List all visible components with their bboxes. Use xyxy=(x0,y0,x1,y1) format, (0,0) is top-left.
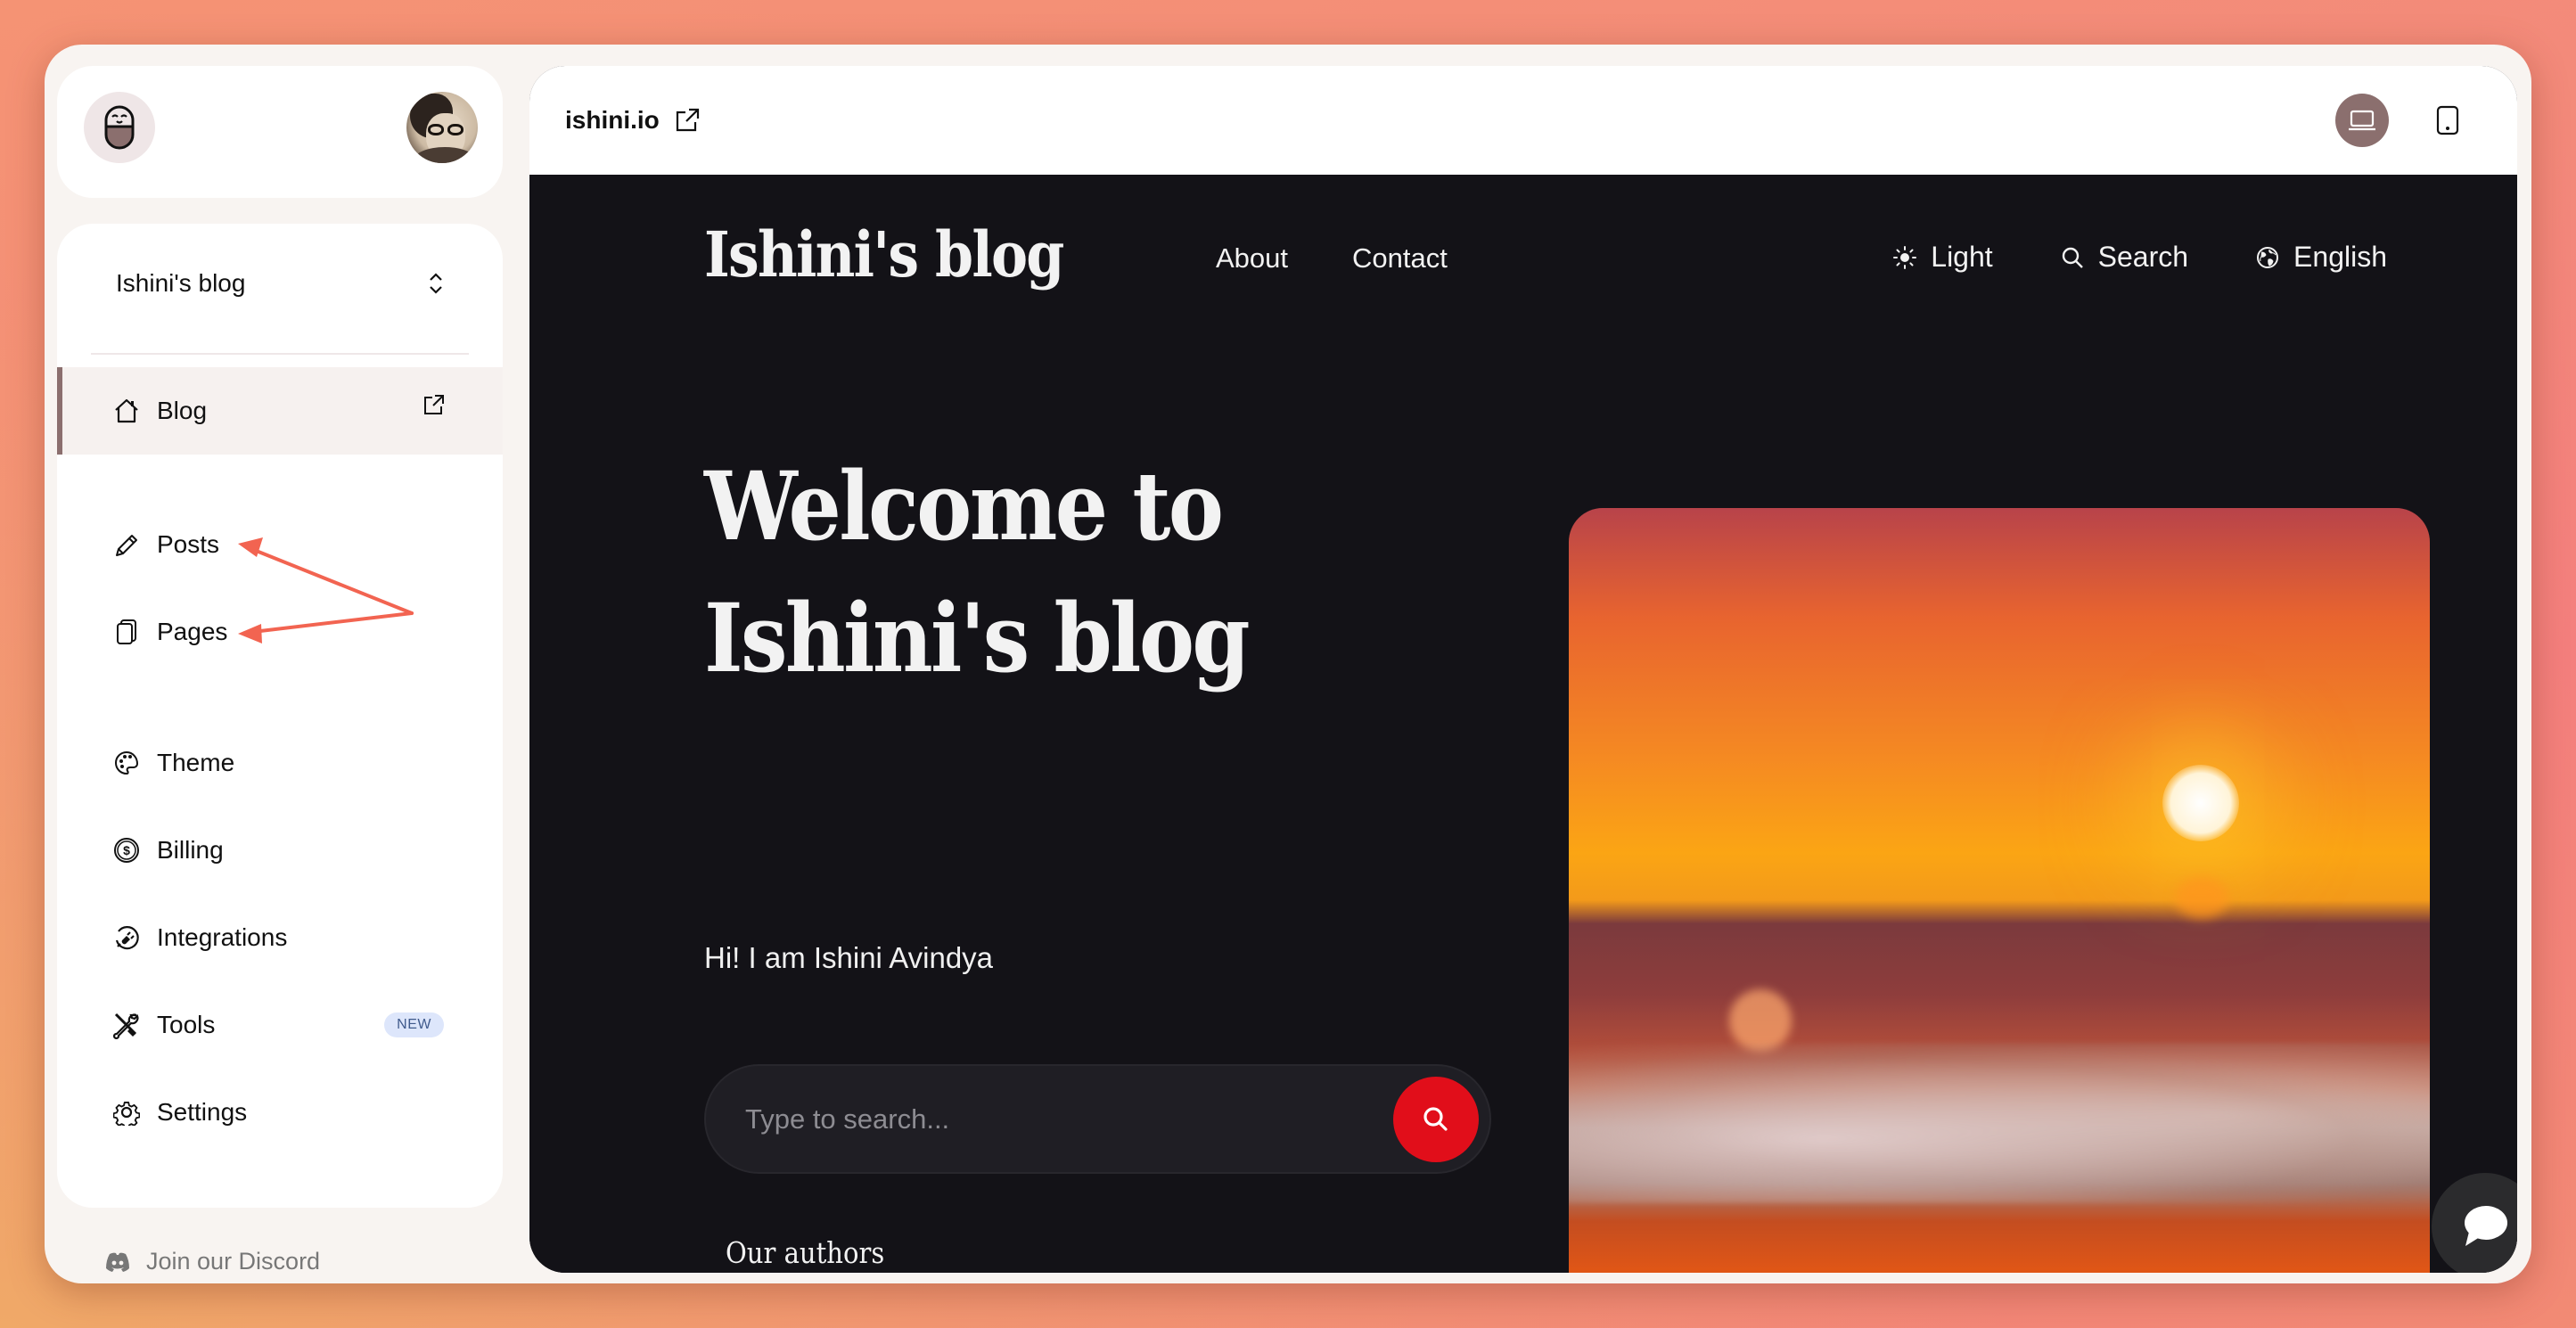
site-domain-link[interactable]: ishini.io xyxy=(565,106,701,135)
external-link-icon[interactable] xyxy=(422,393,446,416)
sidebar-item-label: Blog xyxy=(157,397,208,424)
sidebar-nav: Ishini's blog Blog Posts Pages Theme $ B… xyxy=(57,224,503,1208)
hero-title-line1: Welcome to xyxy=(704,450,1224,562)
discord-link-label: Join our Discord xyxy=(146,1248,321,1275)
capsule-smile-icon[interactable] xyxy=(84,92,155,163)
sidebar-item-label: Billing xyxy=(157,836,224,864)
section-heading-authors: Our authors xyxy=(726,1235,885,1270)
tools-icon xyxy=(112,1011,141,1039)
sidebar-header xyxy=(57,66,503,198)
discord-link[interactable]: Join our Discord xyxy=(105,1248,320,1275)
sun-icon xyxy=(1893,245,1917,269)
user-avatar[interactable] xyxy=(406,92,478,163)
hero-title: Welcome to Ishini's blog xyxy=(704,440,1251,704)
site-selector[interactable]: Ishini's blog xyxy=(57,224,503,343)
nav-contact[interactable]: Contact xyxy=(1352,242,1448,275)
gear-icon xyxy=(112,1098,141,1127)
home-icon xyxy=(112,397,141,425)
chat-bubble-icon xyxy=(2465,1206,2507,1246)
device-toggle xyxy=(2335,94,2474,147)
divider xyxy=(91,353,469,355)
search-icon xyxy=(1423,1106,1448,1131)
globe-icon xyxy=(2257,246,2279,268)
sidebar-item-label: Pages xyxy=(157,618,228,645)
sidebar-item-settings[interactable]: Settings xyxy=(57,1069,503,1156)
sidebar-item-integrations[interactable]: Integrations xyxy=(57,894,503,981)
nav-search-label: Search xyxy=(2097,241,2189,273)
phone-icon xyxy=(2436,105,2459,135)
language-selector[interactable]: English xyxy=(2256,241,2387,274)
discord-icon xyxy=(106,1252,129,1272)
blog-nav-right: Light Search English xyxy=(1893,241,2387,274)
palette-icon xyxy=(112,749,141,777)
mobile-view-button[interactable] xyxy=(2421,94,2474,147)
sidebar-item-posts[interactable]: Posts xyxy=(57,501,503,588)
blog-brand[interactable]: Ishini's blog xyxy=(704,217,1064,291)
sidebar-item-tools[interactable]: Tools NEW xyxy=(57,981,503,1069)
pages-icon xyxy=(112,618,141,646)
plug-icon xyxy=(112,923,141,952)
search-icon xyxy=(2062,247,2083,268)
hero-search-input[interactable] xyxy=(745,1103,1393,1135)
site-preview-panel: ishini.io Ishini's blog About Contact Li… xyxy=(529,66,2517,1273)
sidebar-item-label: Theme xyxy=(157,749,235,776)
nav-about[interactable]: About xyxy=(1216,242,1288,275)
laptop-icon xyxy=(2349,110,2375,131)
language-label: English xyxy=(2293,241,2387,273)
app-window: Ishini's blog Blog Posts Pages Theme $ B… xyxy=(45,45,2531,1283)
hero-search xyxy=(704,1064,1491,1174)
sunset-ocean-wave-image xyxy=(1569,508,2430,1273)
sidebar-item-theme[interactable]: Theme xyxy=(57,719,503,807)
theme-toggle-label: Light xyxy=(1931,241,1993,273)
pencil-icon xyxy=(112,530,141,559)
sidebar-item-billing[interactable]: $ Billing xyxy=(57,807,503,894)
site-domain: ishini.io xyxy=(565,106,660,134)
new-badge: NEW xyxy=(384,1012,444,1037)
svg-text:$: $ xyxy=(123,843,130,857)
external-link-icon xyxy=(676,108,699,132)
nav-search[interactable]: Search xyxy=(2061,241,2188,274)
preview-topbar: ishini.io xyxy=(529,66,2517,175)
sidebar-item-pages[interactable]: Pages xyxy=(57,588,503,676)
blog-homepage-preview: Ishini's blog About Contact Light Search… xyxy=(529,175,2517,1273)
hero-subtitle: Hi! I am Ishini Avindya xyxy=(704,941,994,974)
chevron-up-down-icon xyxy=(430,273,442,294)
hero-title-line2: Ishini's blog xyxy=(704,582,1251,693)
hero-search-button[interactable] xyxy=(1393,1076,1479,1162)
sidebar-item-label: Posts xyxy=(157,530,220,558)
site-selector-label: Ishini's blog xyxy=(116,269,246,297)
dollar-coin-icon: $ xyxy=(112,836,141,865)
sidebar-item-blog[interactable]: Blog xyxy=(57,367,503,455)
sidebar-item-label: Integrations xyxy=(157,923,288,951)
theme-toggle-light[interactable]: Light xyxy=(1893,241,1993,274)
blog-nav: About Contact xyxy=(1216,242,1448,275)
sidebar-item-label: Tools xyxy=(157,1011,216,1038)
desktop-view-button[interactable] xyxy=(2335,94,2389,147)
sidebar-item-label: Settings xyxy=(157,1098,248,1126)
